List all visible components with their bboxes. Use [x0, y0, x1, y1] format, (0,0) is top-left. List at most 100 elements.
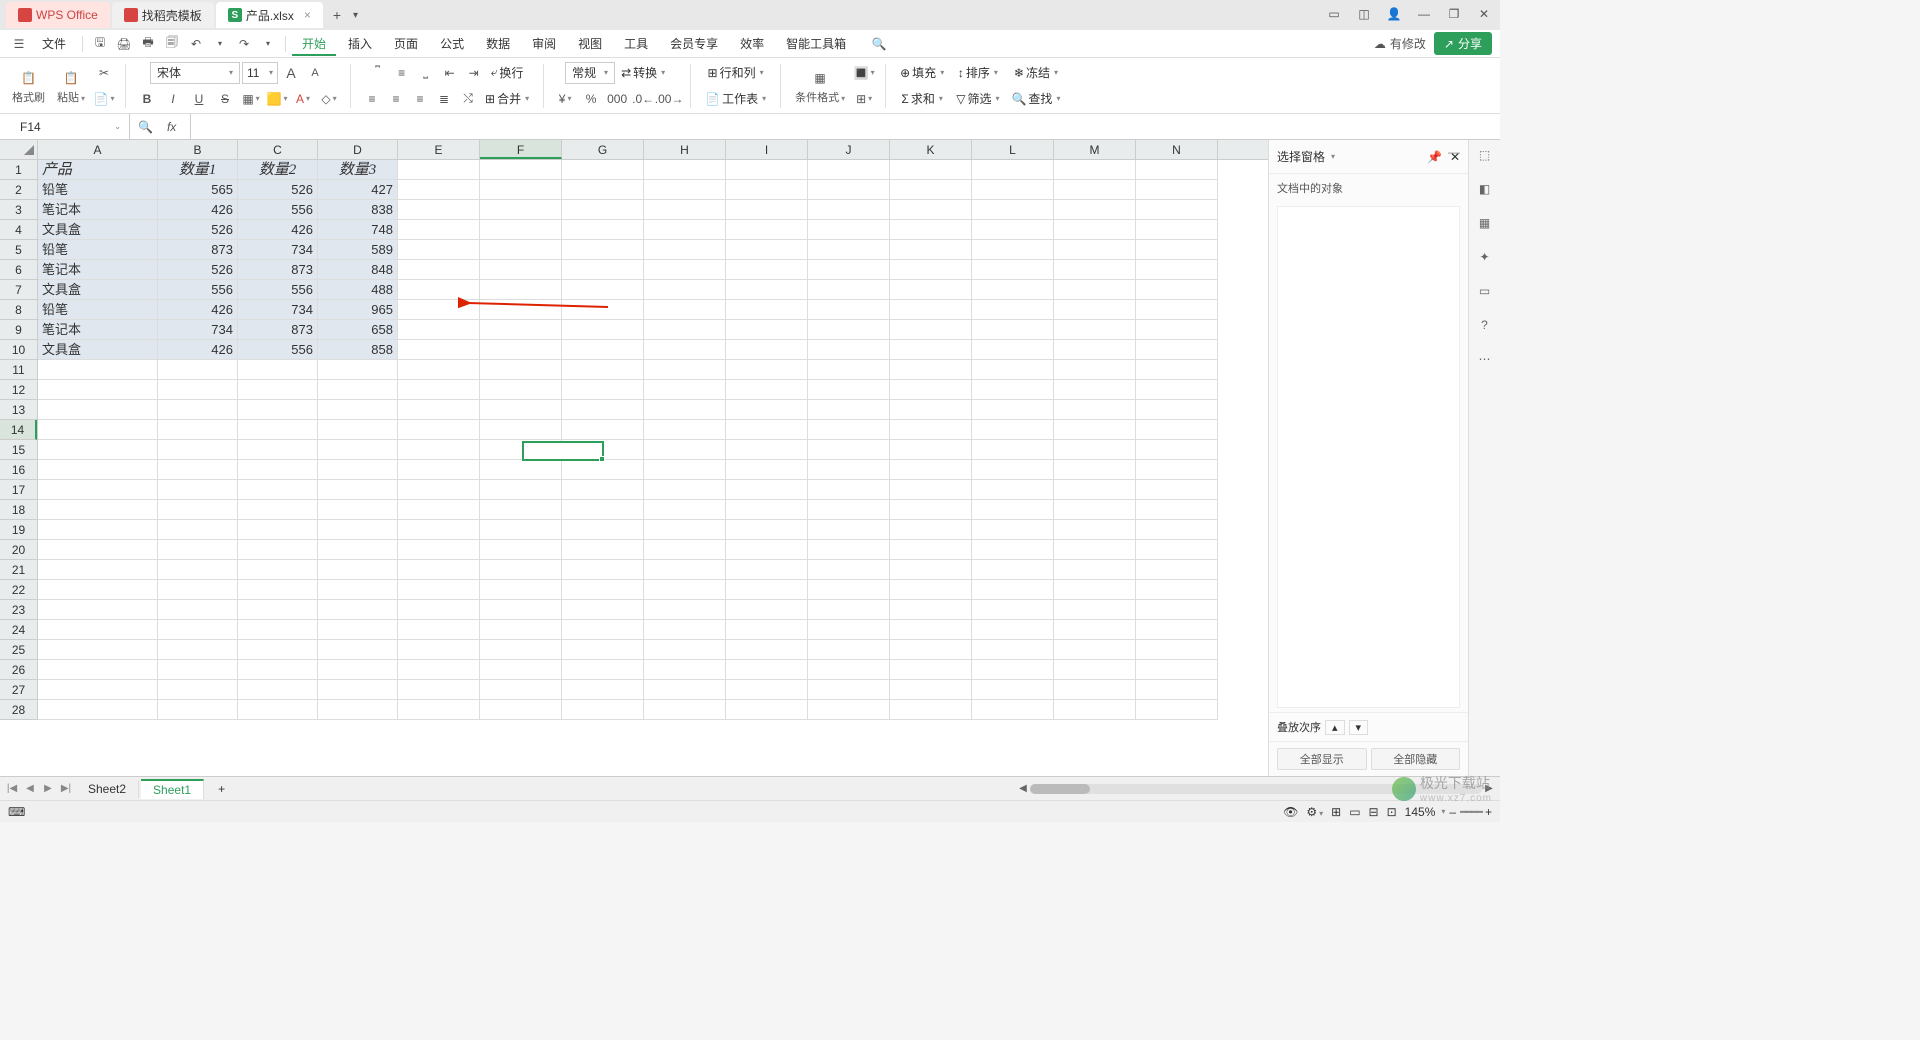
cell-J18[interactable]: [808, 500, 890, 520]
cell-C14[interactable]: [238, 420, 318, 440]
cell-B28[interactable]: [158, 700, 238, 720]
cell-B3[interactable]: 426: [158, 200, 238, 220]
cell-F27[interactable]: [480, 680, 562, 700]
cell-N16[interactable]: [1136, 460, 1218, 480]
cell-D25[interactable]: [318, 640, 398, 660]
cell-H12[interactable]: [644, 380, 726, 400]
underline-button[interactable]: U: [188, 88, 210, 110]
cell-C20[interactable]: [238, 540, 318, 560]
cell-B12[interactable]: [158, 380, 238, 400]
cell-N17[interactable]: [1136, 480, 1218, 500]
tab-wps-office[interactable]: WPS Office: [6, 2, 110, 28]
menu-tools[interactable]: 工具: [614, 31, 658, 56]
cell-E21[interactable]: [398, 560, 480, 580]
cell-G12[interactable]: [562, 380, 644, 400]
cell-K10[interactable]: [890, 340, 972, 360]
feedback-icon[interactable]: ▭: [1324, 4, 1344, 24]
hamburger-icon[interactable]: ☰: [8, 33, 30, 55]
row-header-7[interactable]: 7: [0, 280, 37, 300]
cell-J9[interactable]: [808, 320, 890, 340]
row-header-9[interactable]: 9: [0, 320, 37, 340]
border-button[interactable]: ▦▾: [240, 88, 262, 110]
cell-I20[interactable]: [726, 540, 808, 560]
cell-M17[interactable]: [1054, 480, 1136, 500]
cell-B20[interactable]: [158, 540, 238, 560]
cell-G7[interactable]: [562, 280, 644, 300]
cell-E22[interactable]: [398, 580, 480, 600]
cell-K4[interactable]: [890, 220, 972, 240]
cell-H27[interactable]: [644, 680, 726, 700]
print-icon[interactable]: 🖶: [137, 33, 159, 55]
eye-icon[interactable]: 👁: [1283, 805, 1298, 819]
align-left-icon[interactable]: ≡: [361, 88, 383, 110]
cell-K5[interactable]: [890, 240, 972, 260]
side-tool-help[interactable]: ?: [1474, 314, 1496, 336]
cell-M3[interactable]: [1054, 200, 1136, 220]
cell-F10[interactable]: [480, 340, 562, 360]
cell-K11[interactable]: [890, 360, 972, 380]
cell-M11[interactable]: [1054, 360, 1136, 380]
cell-J19[interactable]: [808, 520, 890, 540]
cell-A18[interactable]: [38, 500, 158, 520]
col-header-D[interactable]: D: [318, 140, 398, 159]
cell-A16[interactable]: [38, 460, 158, 480]
cell-J24[interactable]: [808, 620, 890, 640]
cell-H5[interactable]: [644, 240, 726, 260]
cell-A14[interactable]: [38, 420, 158, 440]
cell-F6[interactable]: [480, 260, 562, 280]
cell-J22[interactable]: [808, 580, 890, 600]
cell-J23[interactable]: [808, 600, 890, 620]
merge-button[interactable]: ⊞合并▾: [481, 88, 533, 110]
cell-C27[interactable]: [238, 680, 318, 700]
cell-F26[interactable]: [480, 660, 562, 680]
cell-C28[interactable]: [238, 700, 318, 720]
cell-N2[interactable]: [1136, 180, 1218, 200]
cell-F19[interactable]: [480, 520, 562, 540]
zoom-slider[interactable]: ━━━━: [1460, 805, 1481, 819]
cell-J11[interactable]: [808, 360, 890, 380]
cell-L17[interactable]: [972, 480, 1054, 500]
cell-G6[interactable]: [562, 260, 644, 280]
cell-E3[interactable]: [398, 200, 480, 220]
cell-F17[interactable]: [480, 480, 562, 500]
cell-F11[interactable]: [480, 360, 562, 380]
cell-D14[interactable]: [318, 420, 398, 440]
cell-B11[interactable]: [158, 360, 238, 380]
cell-C8[interactable]: 734: [238, 300, 318, 320]
cell-N25[interactable]: [1136, 640, 1218, 660]
cell-I10[interactable]: [726, 340, 808, 360]
cell-E6[interactable]: [398, 260, 480, 280]
cell-E20[interactable]: [398, 540, 480, 560]
cell-J2[interactable]: [808, 180, 890, 200]
cell-G28[interactable]: [562, 700, 644, 720]
cell-G21[interactable]: [562, 560, 644, 580]
menu-insert[interactable]: 插入: [338, 31, 382, 56]
cell-F28[interactable]: [480, 700, 562, 720]
cell-I18[interactable]: [726, 500, 808, 520]
cell-G19[interactable]: [562, 520, 644, 540]
cell-N28[interactable]: [1136, 700, 1218, 720]
zoom-dropdown[interactable]: ▾: [1441, 807, 1445, 816]
stack-down-button[interactable]: ▾: [1349, 720, 1369, 735]
col-header-L[interactable]: L: [972, 140, 1054, 159]
clipboard-icon[interactable]: 📋: [60, 67, 82, 89]
cell-N1[interactable]: [1136, 160, 1218, 180]
cell-C6[interactable]: 873: [238, 260, 318, 280]
save-icon[interactable]: 🖫: [89, 33, 111, 55]
cell-K14[interactable]: [890, 420, 972, 440]
cell-I7[interactable]: [726, 280, 808, 300]
cell-F22[interactable]: [480, 580, 562, 600]
cell-C9[interactable]: 873: [238, 320, 318, 340]
convert-button[interactable]: ⇄转换▾: [617, 62, 669, 84]
cell-L23[interactable]: [972, 600, 1054, 620]
align-bottom-icon[interactable]: ⎵: [415, 62, 437, 84]
cell-F2[interactable]: [480, 180, 562, 200]
share-button[interactable]: ↗ 分享: [1434, 32, 1492, 55]
fill-handle[interactable]: [599, 456, 605, 462]
bold-button[interactable]: B: [136, 88, 158, 110]
settings-icon[interactable]: ⚙▾: [1306, 805, 1323, 819]
zoom-value[interactable]: 145%: [1405, 805, 1436, 819]
cell-K19[interactable]: [890, 520, 972, 540]
select-all-corner[interactable]: [0, 140, 38, 159]
cell-E4[interactable]: [398, 220, 480, 240]
